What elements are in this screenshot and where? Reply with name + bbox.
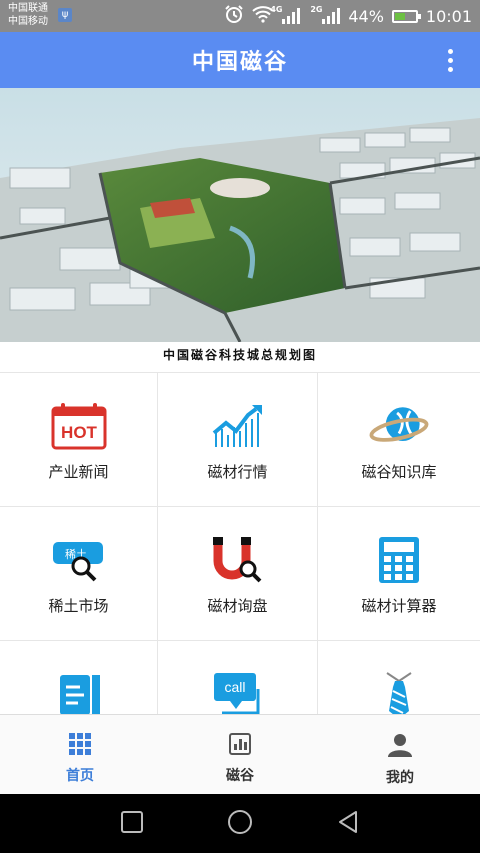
grid-item-label: 磁材计算器: [361, 597, 437, 615]
magnet-search-icon: [208, 535, 268, 585]
bar-chart-icon: [229, 733, 251, 759]
tab-mine[interactable]: 我的: [320, 715, 480, 794]
tab-bar: 首页 磁谷 我的: [0, 714, 480, 794]
signal-icon-1: 4G: [270, 5, 301, 24]
back-button[interactable]: [336, 810, 360, 838]
grid-item-tie[interactable]: [318, 641, 480, 714]
grid-item-call[interactable]: call: [158, 641, 318, 714]
app-bar: 中国磁谷: [0, 32, 480, 88]
rare-earth-search-icon: 稀土: [49, 535, 109, 585]
svg-text:HOT: HOT: [61, 423, 98, 442]
system-nav-bar: [0, 794, 480, 853]
tab-cigu[interactable]: 磁谷: [160, 715, 320, 794]
grid-item-knowledge-base[interactable]: 磁谷知识库: [318, 373, 480, 507]
app-title: 中国磁谷: [191, 50, 288, 75]
grid-item-inquiry[interactable]: 磁材询盘: [158, 507, 318, 641]
usb-icon: ψ: [58, 8, 72, 22]
calculator-icon: [369, 535, 429, 585]
grid-item-label: 磁谷知识库: [361, 463, 437, 481]
aerial-plan-image: [0, 88, 480, 342]
hot-calendar-icon: HOT: [49, 401, 109, 451]
status-icons: 4G 2G 44% 10:01: [224, 0, 472, 32]
grid-item-calculator[interactable]: 磁材计算器: [318, 507, 480, 641]
grid-item-rare-earth-market[interactable]: 稀土 稀土市场: [0, 507, 158, 641]
user-icon: [388, 733, 412, 761]
grid-item-label: 磁材行情: [207, 463, 268, 481]
globe-icon: [369, 401, 429, 451]
carrier-1: 中国联通: [8, 3, 48, 14]
tab-label: 我的: [386, 770, 414, 786]
grid-item-label: 稀土市场: [48, 597, 109, 615]
banner-caption: 中国磁谷科技城总规划图: [162, 348, 317, 362]
feature-grid: HOT 产业新闻 磁材行情 磁谷知识库 稀土 稀土市场 磁材询盘 磁材计算器 c…: [0, 372, 480, 714]
book-icon: [49, 669, 109, 714]
status-bar: 中国联通 中国移动 ψ 4G 2G 44% 10:01: [0, 0, 480, 32]
battery-icon: [391, 9, 421, 23]
battery-percent: 44%: [348, 6, 384, 26]
carrier-2: 中国移动: [8, 16, 48, 27]
tie-icon: [369, 669, 429, 714]
grid-item-industry-news[interactable]: HOT 产业新闻: [0, 373, 158, 507]
carrier-info: 中国联通 中国移动: [8, 2, 48, 28]
grid-item-label: 产业新闻: [48, 463, 109, 481]
tab-label: 首页: [66, 768, 94, 784]
more-vertical-icon[interactable]: [440, 44, 460, 76]
alarm-icon: [224, 4, 244, 28]
grid-item-label: 磁材询盘: [207, 597, 268, 615]
grid-icon: [69, 733, 91, 759]
tab-label: 磁谷: [226, 768, 254, 784]
trend-chart-icon: [208, 401, 268, 451]
tab-home[interactable]: 首页: [0, 715, 160, 794]
call-icon: call: [208, 669, 268, 714]
recents-button[interactable]: [120, 810, 144, 838]
grid-item-market-quotes[interactable]: 磁材行情: [158, 373, 318, 507]
svg-text:call: call: [224, 679, 245, 695]
banner[interactable]: 中国磁谷科技城总规划图: [0, 88, 480, 373]
signal-icon-2: 2G: [310, 5, 341, 24]
home-button[interactable]: [226, 808, 254, 840]
clock: 10:01: [425, 6, 472, 26]
grid-item-book[interactable]: [0, 641, 158, 714]
